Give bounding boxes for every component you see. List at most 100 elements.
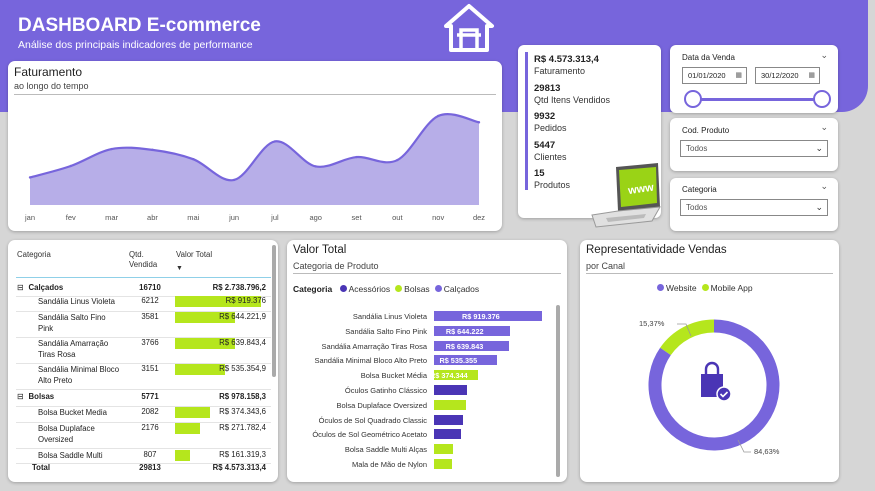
bar[interactable] [434, 444, 453, 455]
faturamento-point-mar[interactable] [110, 147, 113, 151]
bar[interactable] [434, 399, 466, 410]
bar-value-label: R$ 639.843 [445, 341, 484, 351]
bar-category-label: Óculos de Sol Geométrico Acetato [312, 430, 427, 440]
chevron-down-icon[interactable]: ⌄ [820, 50, 828, 61]
item-name: Sandália Linus Violeta [38, 297, 116, 306]
calendar-icon[interactable]: ▦ [808, 71, 815, 79]
bar-category-label: Sandália Amarração Tiras Rosa [321, 341, 427, 351]
group-name: Bolsas [28, 392, 55, 401]
faturamento-point-out[interactable] [396, 158, 399, 162]
start-date-input[interactable]: 01/01/2020 ▦ [682, 67, 747, 84]
x-tick-label: fev [65, 213, 76, 222]
vertical-scrollbar[interactable] [556, 305, 560, 477]
categoria-filter-title: Categoria [682, 185, 717, 194]
bar-category-label: Bolsa Bucket Média [360, 371, 427, 381]
bar-value-label: R$ 374.344 [429, 371, 468, 381]
table-row[interactable]: Bolsa Saddle Multi 807 R$ 161.319,3 [8, 450, 270, 462]
faturamento-point-fev[interactable] [69, 164, 73, 168]
bar[interactable] [434, 459, 452, 469]
chevron-down-icon[interactable]: ⌄ [815, 202, 823, 213]
start-date-value: 01/01/2020 [688, 71, 726, 80]
item-valor: R$ 535.354,9 [219, 364, 266, 373]
legend-label: Calçados [443, 284, 480, 294]
item-qtd: 2176 [141, 423, 159, 432]
home-icon[interactable] [443, 2, 495, 54]
laptop-www-icon: www [591, 163, 661, 228]
date-slider-start-handle[interactable] [684, 90, 702, 108]
chevron-down-icon[interactable]: ⌄ [815, 143, 823, 154]
faturamento-point-mai[interactable] [192, 158, 195, 161]
collapse-icon[interactable]: ⊟ [17, 392, 24, 401]
table-row[interactable]: Sandália Linus Violeta 6212 R$ 919.376 [8, 296, 270, 310]
column-header-valor[interactable]: Valor Total [176, 250, 212, 259]
table-row[interactable]: Bolsa Bucket Media 2082 R$ 374.343,6 [8, 407, 270, 421]
legend-item[interactable]: Bolsas [390, 284, 430, 294]
legend-label: Bolsas [404, 284, 430, 294]
column-header-categoria[interactable]: Categoria [17, 250, 51, 259]
bar[interactable] [434, 414, 464, 425]
end-date-input[interactable]: 30/12/2020 ▦ [755, 67, 820, 84]
x-tick-label: abr [147, 213, 158, 222]
item-name: Bolsa Saddle Multi [38, 451, 103, 460]
item-qtd: 3766 [141, 338, 159, 347]
x-tick-label: jul [271, 213, 279, 222]
bar-value-label: R$ 919.376 [462, 312, 500, 321]
table-row[interactable]: ⊟ Calçados 16710 R$ 2.738.796,2 [8, 283, 270, 295]
bar[interactable] [434, 385, 467, 395]
bar-category-label: Bolsa Duplaface Oversized [336, 400, 427, 410]
representatividade-card: Representatividade Vendas por Canal Webs… [580, 240, 839, 482]
chevron-down-icon[interactable]: ⌄ [820, 122, 828, 133]
faturamento-point-dez[interactable] [477, 121, 481, 124]
produto-filter-title: Cod. Produto [682, 126, 730, 135]
faturamento-point-jun[interactable] [232, 178, 236, 182]
date-filter-title: Data da Venda [682, 53, 735, 62]
faturamento-point-ago[interactable] [314, 165, 317, 168]
table-row[interactable]: Sandália Amarração Tiras Rosa 3766 R$ 639.… [8, 338, 270, 362]
column-header-qtd[interactable]: Qtd. Vendida [129, 250, 169, 270]
row-divider [16, 448, 271, 449]
kpi-label: Faturamento [534, 66, 586, 76]
group-name: Calçados [28, 283, 64, 292]
faturamento-point-nov[interactable] [436, 114, 440, 118]
donut-slice-mobile-app[interactable] [660, 319, 715, 356]
faturamento-point-set[interactable] [355, 155, 358, 159]
collapse-icon[interactable]: ⊟ [17, 283, 24, 292]
table-row[interactable]: ⊟ Bolsas 5771 R$ 978.158,3 [8, 392, 270, 405]
categoria-dropdown[interactable]: Todos ⌄ [680, 199, 828, 216]
categoria-dropdown-value: Todos [686, 203, 708, 212]
produto-dropdown[interactable]: Todos ⌄ [680, 140, 828, 157]
item-name: Sandália Minimal Bloco Alto Preto [38, 365, 120, 385]
legend-dot [395, 285, 403, 292]
item-valor: R$ 374.343,6 [219, 407, 266, 416]
total-label: Total [32, 463, 51, 472]
item-valor: R$ 639.843,4 [219, 338, 266, 347]
item-qtd: 3151 [141, 364, 159, 373]
valor-total-subtitle: Categoria de Produto [293, 261, 379, 271]
group-valor: R$ 2.738.796,2 [212, 283, 266, 292]
faturamento-point-abr[interactable] [151, 148, 154, 152]
table-row[interactable]: Sandália Minimal Bloco Alto Preto 3151 R$ … [8, 364, 270, 388]
bar-category-label: Sandália Minimal Bloco Alto Preto [314, 356, 427, 366]
faturamento-point-jul[interactable] [273, 140, 277, 143]
calendar-icon[interactable]: ▦ [735, 71, 742, 79]
sort-desc-icon[interactable]: ▼ [176, 265, 183, 272]
item-name: Sandália Salto Fino Pink [38, 313, 106, 333]
faturamento-point-jan[interactable] [28, 176, 32, 179]
legend-item[interactable]: Calçados [430, 284, 479, 294]
date-slider-end-handle[interactable] [813, 90, 831, 108]
row-divider [16, 389, 271, 390]
date-slider-track[interactable] [692, 98, 820, 101]
bar-category-label: Mala de Mão de Nylon [351, 460, 427, 469]
legend-item[interactable]: Acessórios [335, 284, 390, 294]
table-row[interactable]: Sandália Salto Fino Pink 3581 R$ 644.221,9 [8, 312, 270, 336]
canal-donut-chart[interactable] [580, 240, 839, 482]
vertical-scrollbar[interactable] [272, 245, 276, 377]
faturamento-area-chart[interactable] [8, 61, 502, 231]
kpi-label: Qtd Itens Vendidos [534, 94, 611, 105]
table-row[interactable]: Bolsa Duplaface Oversized 2176 R$ 271.782,… [8, 423, 270, 447]
chevron-down-icon[interactable]: ⌄ [820, 181, 828, 192]
bar[interactable] [434, 429, 462, 440]
valor-total-card: Valor Total Categoria de Produto Categor… [287, 240, 567, 482]
group-label: ⊟ Bolsas [17, 392, 54, 401]
legend-dot [434, 285, 442, 292]
